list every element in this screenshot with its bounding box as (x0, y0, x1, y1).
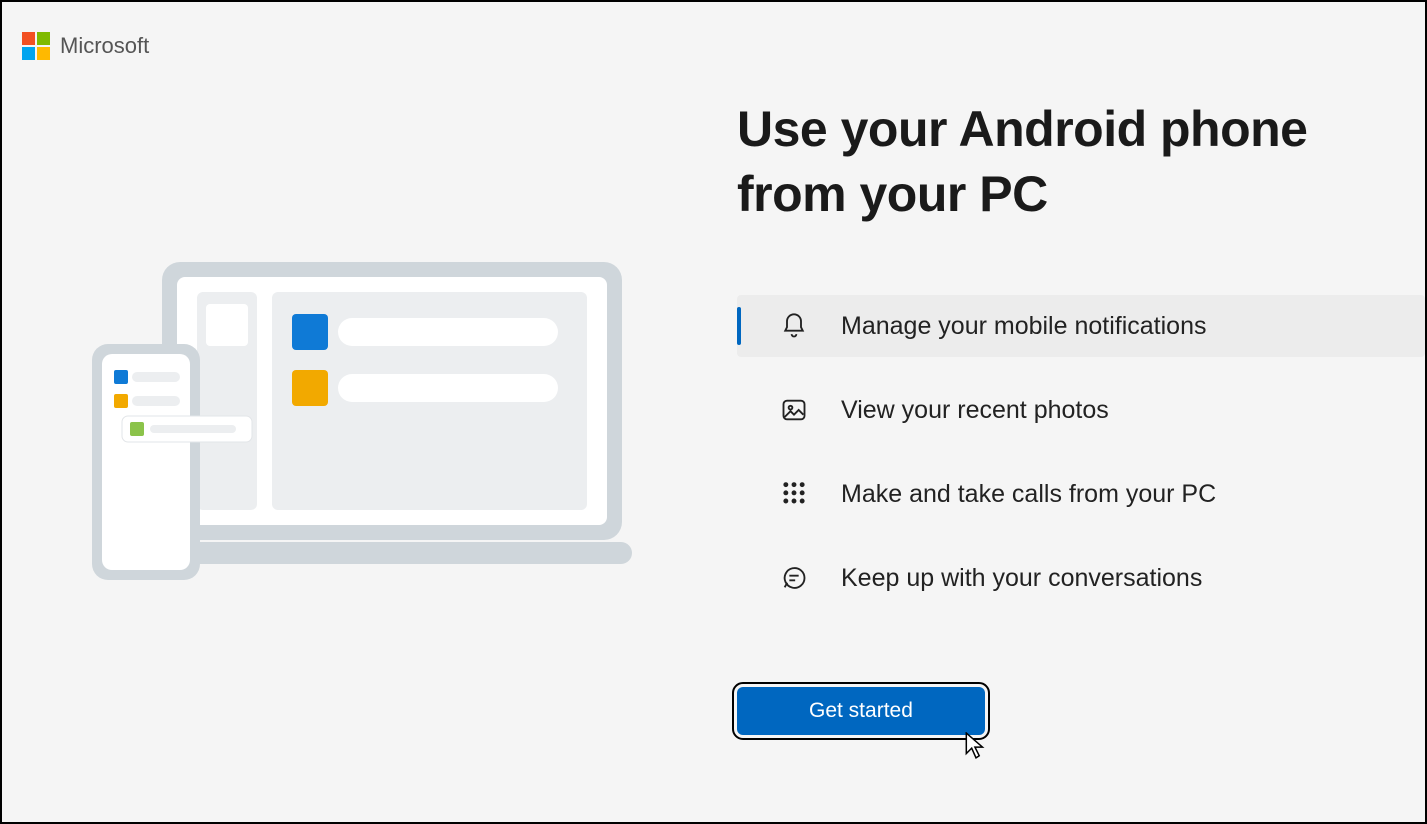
feature-conversations[interactable]: Keep up with your conversations (737, 547, 1425, 609)
cursor-icon (965, 732, 987, 765)
feature-label: View your recent photos (841, 396, 1109, 425)
feature-label: Make and take calls from your PC (841, 480, 1216, 509)
feature-photos[interactable]: View your recent photos (737, 379, 1425, 441)
microsoft-logo-icon (22, 32, 50, 60)
bell-icon (779, 312, 809, 340)
feature-calls[interactable]: Make and take calls from your PC (737, 463, 1425, 525)
content-column: Use your Android phone from your PC Mana… (737, 97, 1425, 631)
brand-text: Microsoft (60, 33, 149, 59)
chat-icon (779, 564, 809, 592)
feature-notifications[interactable]: Manage your mobile notifications (737, 295, 1425, 357)
page-heading: Use your Android phone from your PC (737, 97, 1425, 227)
image-icon (779, 396, 809, 424)
dialpad-icon (779, 480, 809, 508)
devices-illustration (92, 262, 632, 592)
brand-row: Microsoft (22, 32, 149, 60)
feature-list: Manage your mobile notifications View yo… (737, 295, 1425, 631)
feature-label: Manage your mobile notifications (841, 312, 1206, 341)
get-started-button[interactable]: Get started (737, 687, 985, 735)
feature-label: Keep up with your conversations (841, 564, 1202, 593)
